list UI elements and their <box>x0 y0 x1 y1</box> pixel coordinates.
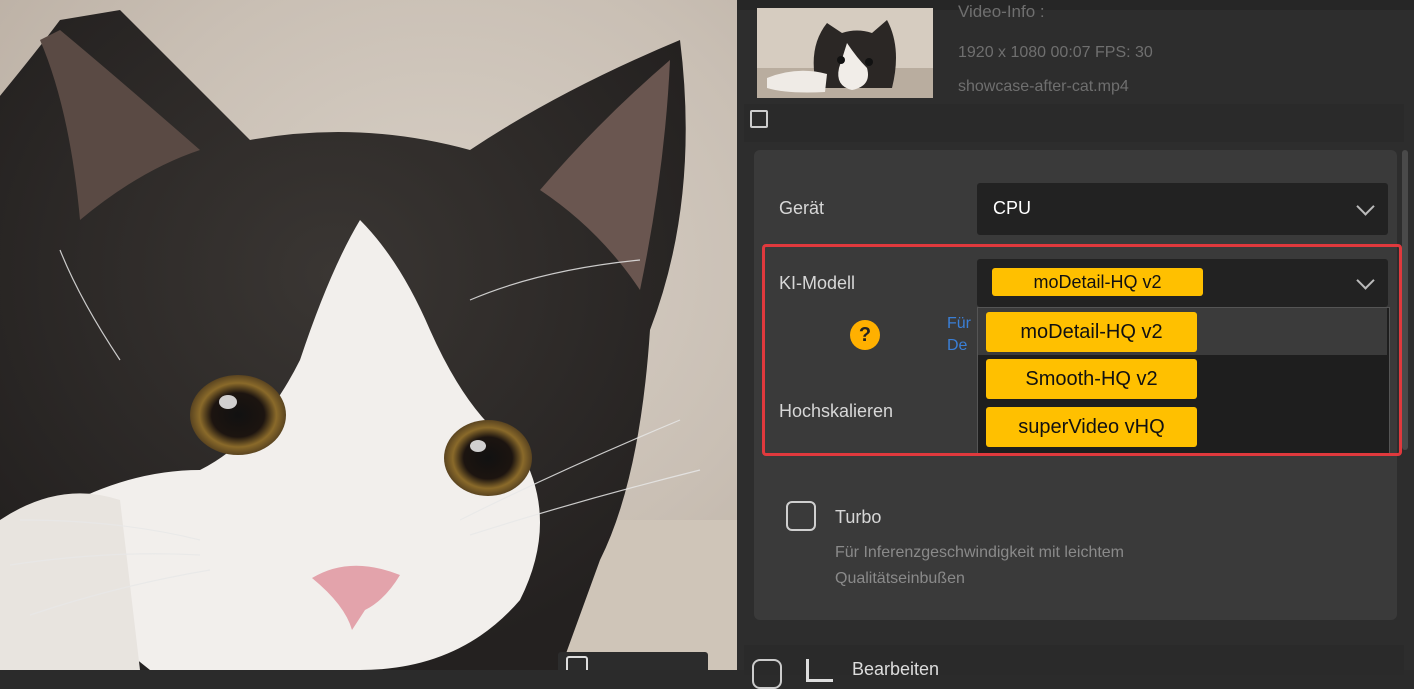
edit-icon <box>806 659 833 682</box>
device-label: Gerät <box>779 198 825 218</box>
turbo-description-line2: Qualitätseinbußen <box>835 570 965 587</box>
device-value: CPU <box>993 198 1032 218</box>
edit-section-header[interactable]: Bearbeiten <box>744 645 1404 689</box>
turbo-description-line1: Für Inferenzgeschwindigkeit mit leichtem <box>835 544 1125 561</box>
video-thumbnail <box>757 8 933 98</box>
video-info-filename: showcase-after-cat.mp4 <box>958 78 1129 95</box>
video-preview <box>0 0 737 670</box>
edit-checkbox[interactable] <box>752 659 782 689</box>
section-icon <box>750 110 768 128</box>
zoom-icon <box>566 656 588 670</box>
device-select[interactable]: CPU <box>977 183 1388 235</box>
video-info-specs: 1920 x 1080 00:07 FPS: 30 <box>958 44 1153 61</box>
cat-image <box>0 10 737 670</box>
section-header[interactable] <box>744 104 1404 142</box>
turbo-label[interactable]: Turbo <box>835 507 881 528</box>
turbo-checkbox[interactable] <box>786 501 816 531</box>
video-info-title: Video-Info : <box>958 2 1045 21</box>
zoom-control[interactable] <box>558 652 708 670</box>
highlight-box <box>762 244 1402 456</box>
chevron-down-icon <box>1356 197 1375 216</box>
thumbnail-image <box>757 8 933 98</box>
scrollbar[interactable] <box>1402 150 1408 450</box>
